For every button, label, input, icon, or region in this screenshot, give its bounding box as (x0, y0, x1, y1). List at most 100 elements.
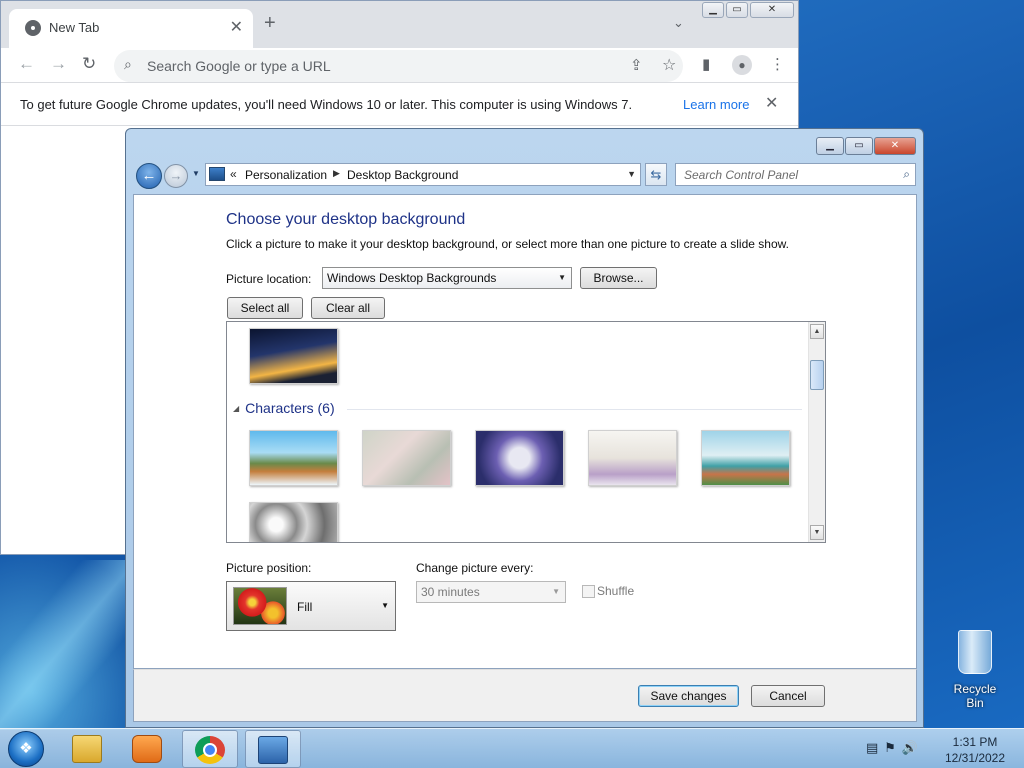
wallpaper-thumbnail[interactable] (249, 502, 338, 542)
picture-position-value: Fill (297, 600, 313, 614)
wallpaper-thumbnail[interactable] (249, 328, 338, 384)
recent-pages-dropdown-icon[interactable]: ▼ (192, 169, 200, 178)
wallpaper-thumbnail[interactable] (701, 430, 790, 486)
cp-back-button[interactable]: ← (136, 163, 162, 189)
recycle-bin-label: Recycle Bin (953, 682, 997, 710)
share-icon[interactable]: ⇪ (630, 56, 643, 74)
save-changes-button[interactable]: Save changes (638, 685, 739, 707)
taskbar: ❖ ▤⚑🔊 1:31 PM 12/31/2022 (0, 728, 1024, 768)
picture-location-value: Windows Desktop Backgrounds (327, 271, 497, 285)
chrome-tab-strip: New Tab ✕ + ⌄ ▁ ▭ ✕ (1, 1, 798, 48)
collapse-triangle-icon: ◢ (233, 404, 240, 413)
taskbar-media-player[interactable] (120, 730, 176, 768)
taskbar-control-panel[interactable] (245, 730, 301, 768)
omnibox[interactable]: ⌕ Search Google or type a URL ⇪ ☆ (114, 50, 683, 82)
chrome-close-button[interactable]: ✕ (750, 2, 794, 18)
picture-position-select[interactable]: Fill ▼ (226, 581, 396, 631)
infobar-message: To get future Google Chrome updates, you… (20, 97, 633, 112)
clock-date: 12/31/2022 (944, 751, 1006, 765)
dropdown-arrow-icon: ▼ (558, 273, 566, 282)
reload-icon[interactable]: ↻ (82, 54, 96, 74)
select-all-button[interactable]: Select all (227, 297, 303, 319)
cp-window-controls: ▁ ▭ ✕ (816, 137, 916, 155)
breadcrumb-desktop-background[interactable]: Desktop Background (347, 168, 458, 182)
forward-arrow-icon[interactable]: → (50, 54, 67, 74)
search-control-panel-input[interactable]: Search Control Panel ⌕ (675, 163, 916, 186)
search-icon: ⌕ (124, 56, 132, 72)
scroll-down-button[interactable]: ▼ (810, 525, 824, 540)
change-picture-value: 30 minutes (421, 585, 480, 599)
dropdown-arrow-icon: ▼ (552, 587, 560, 596)
tab-title: New Tab (49, 20, 100, 35)
gallery-scrollbar[interactable]: ▲ ▼ (808, 322, 825, 542)
back-arrow-icon[interactable]: ← (18, 54, 35, 74)
bookmark-star-icon[interactable]: ☆ (662, 55, 676, 75)
recycle-bin-icon (958, 630, 992, 674)
page-title: Choose your desktop background (226, 211, 466, 228)
scroll-up-button[interactable]: ▲ (810, 324, 824, 339)
wallpaper-gallery[interactable]: ◢Characters (6) ▲ ▼ ➤ (226, 321, 826, 543)
learn-more-link[interactable]: Learn more (683, 97, 749, 112)
tab-close-icon[interactable]: ✕ (230, 17, 243, 37)
chrome-maximize-button[interactable]: ▭ (726, 2, 748, 18)
chrome-window-controls: ▁ ▭ ✕ (702, 2, 794, 18)
browse-button[interactable]: Browse... (580, 267, 657, 289)
shuffle-label: Shuffle (597, 584, 635, 598)
position-preview-image (233, 587, 287, 625)
wallpaper-thumbnail[interactable] (588, 430, 677, 486)
recycle-bin-shortcut[interactable]: Recycle Bin (944, 630, 1006, 710)
group-divider (347, 409, 802, 410)
chrome-new-tab-icon (25, 20, 41, 36)
address-bar[interactable]: « Personalization ▶ Desktop Background ▼ (205, 163, 641, 186)
group-header-characters[interactable]: ◢ Characters (6) (233, 400, 335, 416)
system-tray-icons[interactable]: ▤⚑🔊 (866, 740, 924, 756)
taskbar-clock[interactable]: 1:31 PM 12/31/2022 (940, 734, 1010, 766)
breadcrumb-separator-icon[interactable]: ▶ (333, 168, 340, 179)
cp-maximize-button[interactable]: ▭ (845, 137, 873, 155)
infobar-close-icon[interactable]: ✕ (765, 93, 778, 113)
dropdown-arrow-icon: ▼ (381, 601, 389, 610)
group-title: Characters (6) (245, 400, 335, 416)
update-infobar: To get future Google Chrome updates, you… (1, 82, 798, 126)
chrome-minimize-button[interactable]: ▁ (702, 2, 724, 18)
side-panel-icon[interactable]: ▮ (702, 55, 710, 73)
chrome-menu-icon[interactable]: ⋮ (770, 55, 785, 73)
wallpaper-thumbnail[interactable] (249, 430, 338, 486)
profile-avatar-icon[interactable]: ● (732, 55, 752, 75)
tab-new-tab[interactable]: New Tab ✕ (9, 9, 253, 48)
control-panel-window: ▁ ▭ ✕ ← → ▼ « Personalization ▶ Desktop … (125, 128, 924, 728)
picture-location-select[interactable]: Windows Desktop Backgrounds ▼ (322, 267, 572, 289)
picture-location-label: Picture location: (226, 272, 312, 286)
omnibox-placeholder: Search Google or type a URL (147, 58, 331, 74)
cp-footer: Save changes Cancel (133, 669, 917, 722)
cp-forward-button[interactable]: → (164, 164, 188, 188)
chrome-icon (195, 736, 225, 764)
clock-time: 1:31 PM (952, 735, 998, 749)
address-overflow-icon[interactable]: « (230, 167, 237, 181)
breadcrumb-personalization[interactable]: Personalization (245, 168, 327, 182)
folder-icon (72, 735, 102, 763)
chrome-toolbar: ← → ↻ ⌕ Search Google or type a URL ⇪ ☆ … (1, 48, 798, 82)
search-icon[interactable]: ⌕ (903, 167, 910, 182)
control-panel-icon (209, 167, 225, 181)
cp-minimize-button[interactable]: ▁ (816, 137, 844, 155)
shuffle-checkbox[interactable] (582, 585, 595, 598)
clear-all-button[interactable]: Clear all (311, 297, 385, 319)
new-tab-button[interactable]: + (264, 12, 276, 35)
tab-search-chevron-icon[interactable]: ⌄ (673, 15, 684, 31)
refresh-button[interactable]: ⇆ (645, 163, 667, 186)
wallpaper-thumbnail[interactable] (475, 430, 564, 486)
taskbar-chrome[interactable] (182, 730, 238, 768)
control-panel-icon (258, 736, 288, 764)
change-picture-interval-select[interactable]: 30 minutes ▼ (416, 581, 566, 603)
desktop-wallpaper-streak (0, 560, 130, 730)
cp-close-button[interactable]: ✕ (874, 137, 916, 155)
wallpaper-thumbnail[interactable] (362, 430, 451, 486)
start-button[interactable]: ❖ (8, 731, 44, 767)
picture-position-label: Picture position: (226, 561, 312, 575)
taskbar-explorer[interactable] (60, 730, 116, 768)
media-player-icon (132, 735, 162, 763)
scrollbar-thumb[interactable] (810, 360, 824, 390)
address-dropdown-icon[interactable]: ▼ (627, 169, 636, 179)
cancel-button[interactable]: Cancel (751, 685, 825, 707)
